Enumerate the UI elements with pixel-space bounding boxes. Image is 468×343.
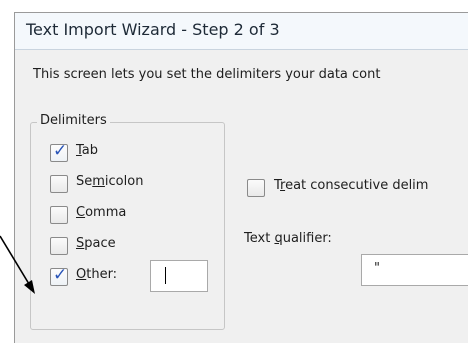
pointer-arrow-icon <box>0 235 35 294</box>
